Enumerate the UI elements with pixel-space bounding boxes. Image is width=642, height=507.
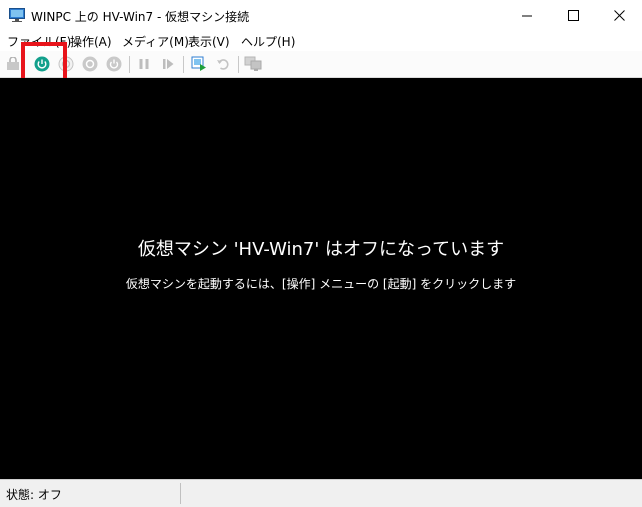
shut-down-icon bbox=[82, 56, 98, 72]
ctrl-alt-del-icon bbox=[7, 57, 19, 70]
menu-media[interactable]: メディア(M) bbox=[122, 33, 189, 50]
vm-start-instruction: 仮想マシンを起動するには、[操作] メニューの [起動] をクリックします bbox=[125, 277, 517, 291]
ctrl-alt-del-button[interactable] bbox=[3, 54, 23, 74]
title-bar: WINPC 上の HV-Win7 - 仮想マシン接続 bbox=[0, 0, 642, 31]
enhanced-session-icon bbox=[244, 56, 262, 71]
shut-down-button[interactable] bbox=[80, 54, 100, 74]
maximize-button[interactable] bbox=[550, 0, 596, 31]
menu-bar: ファイル(F) 操作(A) メディア(M) 表示(V) ヘルプ(H) bbox=[0, 31, 642, 51]
enhanced-session-button[interactable] bbox=[243, 54, 263, 74]
revert-icon bbox=[217, 59, 229, 70]
menu-view[interactable]: 表示(V) bbox=[188, 33, 230, 50]
save-icon bbox=[106, 56, 122, 72]
pause-icon bbox=[139, 59, 149, 69]
status-separator bbox=[180, 483, 181, 504]
reset-button[interactable] bbox=[158, 54, 178, 74]
menu-action[interactable]: 操作(A) bbox=[70, 33, 112, 50]
status-bar: 状態: オフ bbox=[0, 479, 642, 507]
toolbar bbox=[0, 51, 642, 78]
toolbar-separator bbox=[238, 56, 239, 73]
revert-button[interactable] bbox=[213, 54, 233, 74]
checkpoint-icon bbox=[191, 56, 206, 71]
window-title: WINPC 上の HV-Win7 - 仮想マシン接続 bbox=[31, 10, 250, 24]
minimize-icon bbox=[521, 15, 532, 17]
close-button[interactable] bbox=[596, 0, 642, 31]
close-icon bbox=[613, 10, 625, 21]
save-button[interactable] bbox=[104, 54, 124, 74]
status-text: 状態: オフ bbox=[6, 488, 62, 502]
vm-display[interactable]: 仮想マシン 'HV-Win7' はオフになっています 仮想マシンを起動するには、… bbox=[0, 78, 642, 479]
vm-connect-app-icon bbox=[9, 8, 25, 22]
pause-button[interactable] bbox=[134, 54, 154, 74]
toolbar-separator bbox=[183, 56, 184, 73]
vm-off-message: 仮想マシン 'HV-Win7' はオフになっています bbox=[137, 239, 505, 260]
checkpoint-button[interactable] bbox=[189, 54, 209, 74]
maximize-icon bbox=[567, 10, 579, 21]
reset-icon bbox=[163, 59, 174, 69]
menu-help[interactable]: ヘルプ(H) bbox=[241, 33, 295, 50]
toolbar-separator bbox=[129, 56, 130, 73]
minimize-button[interactable] bbox=[504, 0, 550, 31]
